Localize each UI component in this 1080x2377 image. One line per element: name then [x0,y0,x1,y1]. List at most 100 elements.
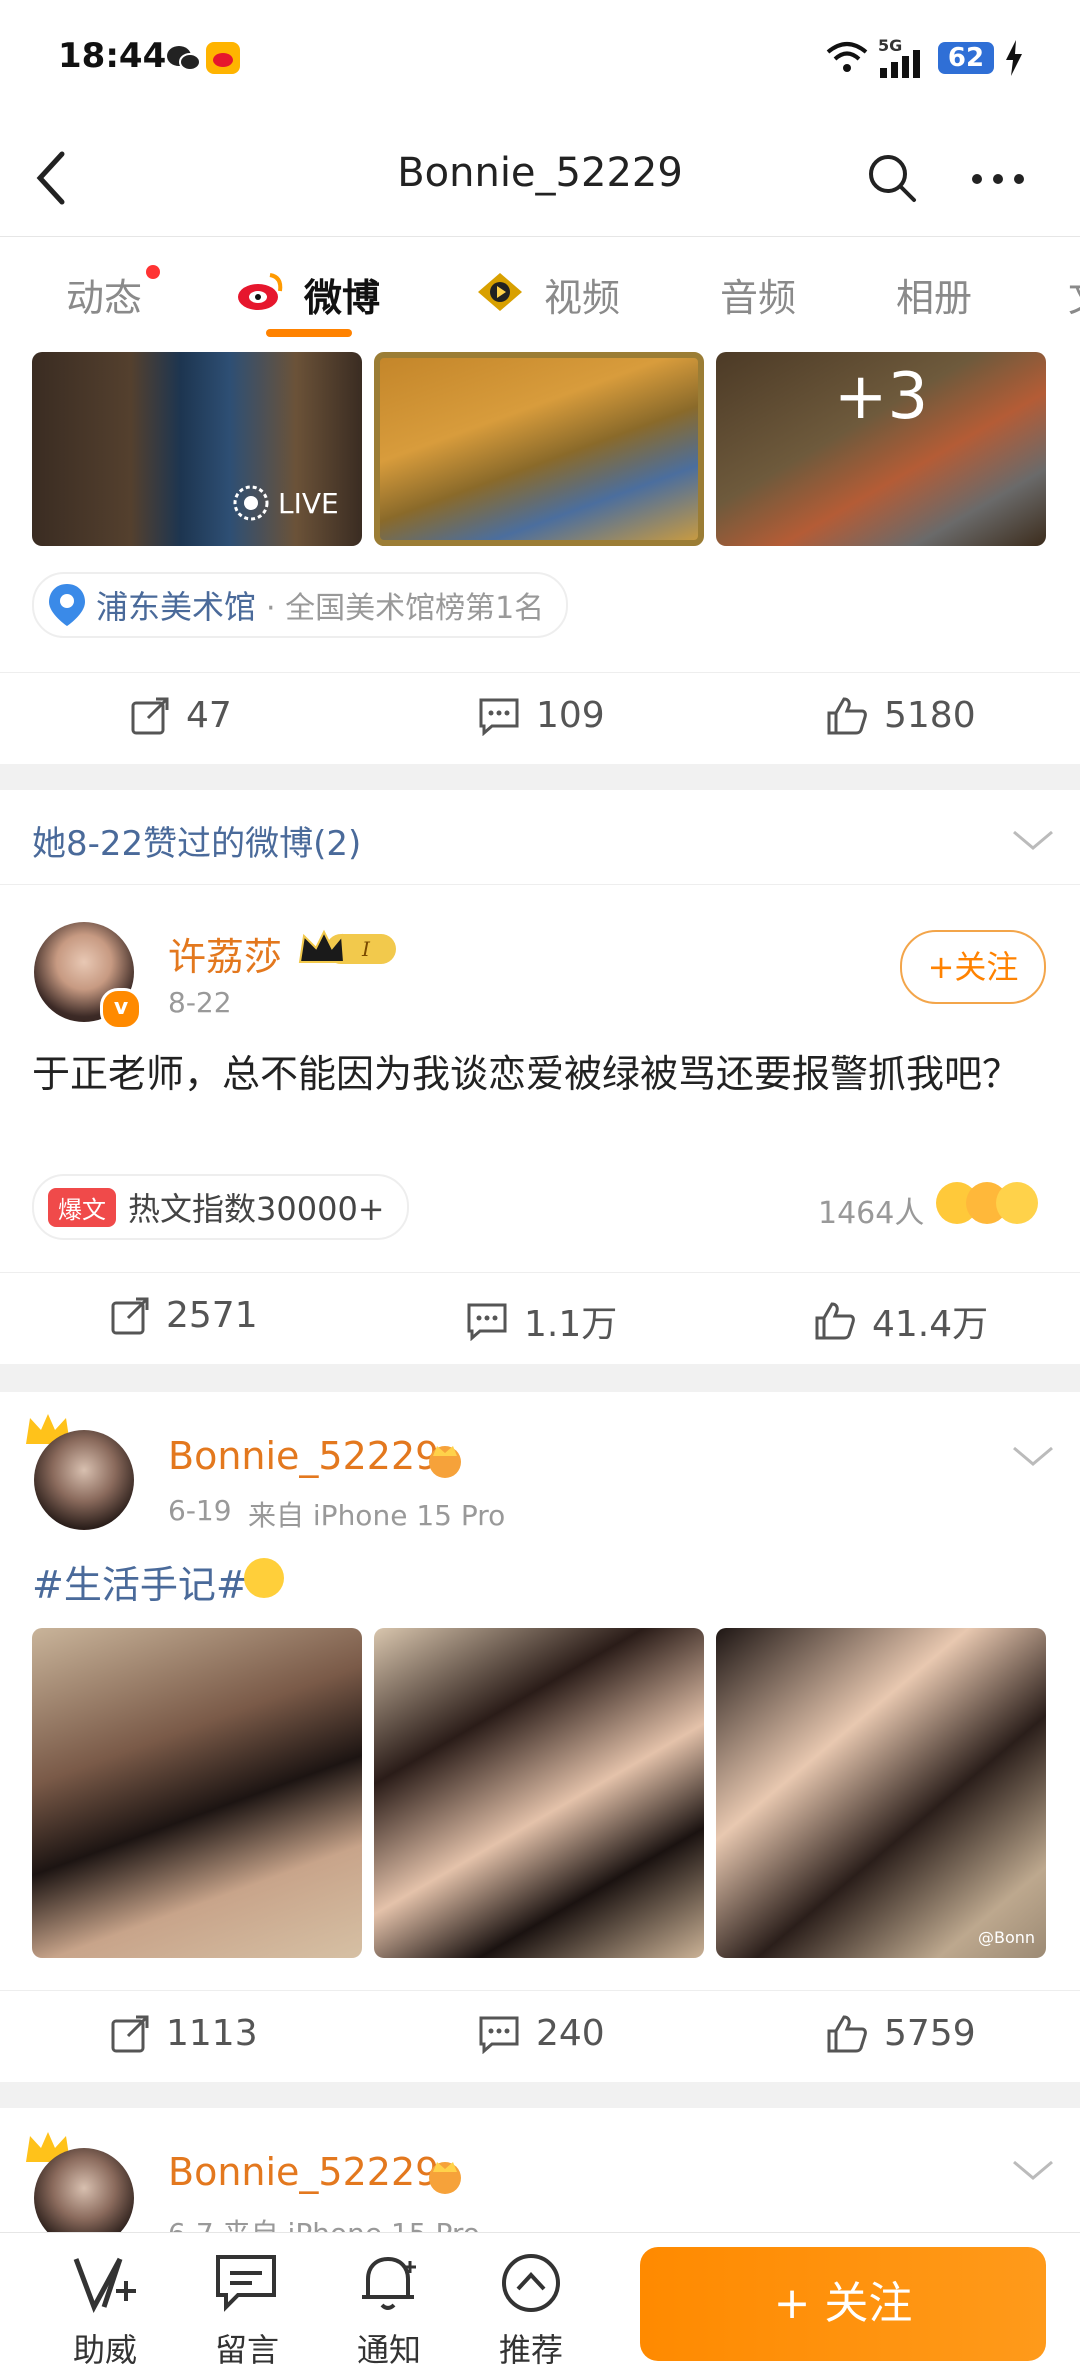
video-icon [478,273,522,311]
notify-button[interactable]: 通知 [334,2251,444,2371]
status-bar: 18:44 5G 62 [0,0,1080,120]
post-text: 于正老师，总不能因为我谈恋爱被绿被骂还要报警抓我吧？ [32,1052,1021,1096]
like-icon [827,2014,867,2052]
recommend-label: 推荐 [498,2331,563,2369]
post-image[interactable]: @Bonn [716,1628,1046,1958]
post-image[interactable]: LIVE [32,352,362,546]
post-date: 6-19 [168,1494,232,1527]
wifi-icon [826,42,868,72]
signal-icon [880,50,920,78]
avatar[interactable] [34,1430,134,1530]
chevron-down-icon[interactable] [1012,2160,1054,2182]
repost-icon [131,697,169,734]
like-icon [827,696,867,734]
tab-article[interactable]: 文 [1068,267,1080,322]
like-count: 5759 [884,2013,976,2054]
charging-icon [1006,40,1022,76]
tab-video[interactable]: 视频 [544,267,620,322]
status-time: 18:44 [58,36,167,76]
like-count: 41.4万 [872,1304,989,1345]
comment-button[interactable]: 1.1万 [466,1295,617,1347]
repost-button[interactable]: 2571 [110,1295,258,1336]
live-label: LIVE [278,486,339,520]
author-name[interactable]: Bonnie_52229 [168,1434,439,1478]
author-name[interactable]: 许荔莎 [168,926,282,981]
repost-icon [111,2015,149,2052]
crown-level-badge-icon: I [298,929,396,964]
repost-icon [111,1297,149,1334]
like-icon [815,1302,855,1340]
verified-badge: v [100,988,142,1030]
post-image[interactable] [32,1628,362,1958]
active-tab-indicator [266,329,352,337]
cheer-button[interactable]: 助威 [50,2251,160,2371]
hot-index-tag[interactable]: 爆文 热文指数30000+ [32,1174,409,1240]
bottom-action-bar: 助威 留言 通知 推荐 + 关注 [0,2232,1080,2377]
comment-button[interactable]: 109 [478,695,605,736]
tab-album[interactable]: 相册 [896,267,972,322]
follow-main-button[interactable]: + 关注 [640,2247,1046,2361]
like-button[interactable]: 41.4万 [814,1295,988,1347]
battery-indicator: 62 [938,42,994,74]
comment-count: 1.1万 [524,1304,618,1345]
post-image[interactable] [374,1628,704,1958]
bell-icon [362,2256,416,2310]
chevron-down-icon[interactable] [1012,830,1054,852]
location-pin-icon [49,584,85,626]
repost-button[interactable]: 1113 [110,2013,258,2054]
profile-tabs: 动态 微博 视频 音频 相册 文 [0,236,1080,354]
weibo-logo-icon [238,273,283,310]
author-name[interactable]: Bonnie_52229 [168,2150,439,2194]
post-image[interactable]: +3 [716,352,1046,546]
image-watermark: @Bonn [978,1928,1036,1947]
post-card-1: LIVE +3 浦东美术馆 · 全国美术馆榜第1名 47 109 5180 [0,352,1080,764]
post-actions: 2571 1.1万 41.4万 [0,1272,1080,1365]
hot-badge: 爆文 [48,1187,116,1227]
top-nav: Bonnie_52229 [0,120,1080,236]
liked-posts-section: 她8-22赞过的微博(2) v 许荔莎 I 8-22 +关注 于正老师，总不能因… [0,790,1080,1364]
reaction-emojis[interactable] [936,1182,1046,1228]
comment-icon [479,698,519,736]
live-badge: LIVE [232,484,339,522]
live-icon [233,485,269,521]
message-icon [216,2255,276,2312]
repost-button[interactable]: 47 [130,695,232,736]
liked-section-label: 她8-22赞过的微博(2) [32,824,362,864]
repost-count: 2571 [166,1295,258,1336]
emoji-icon [244,1558,284,1598]
avatar[interactable] [34,2148,134,2232]
tab-weibo[interactable]: 微博 [304,267,380,322]
repost-count: 1113 [166,2013,258,2054]
comment-button[interactable]: 240 [478,2013,605,2054]
cheer-label: 助威 [72,2331,137,2369]
location-rank: · 全国美术馆榜第1名 [266,591,545,626]
post-actions: 47 109 5180 [0,672,1080,765]
more-icon[interactable] [970,172,1026,186]
post-card-3: Bonnie_52229 6-19 来自 iPhone 15 Pro #生活手记… [0,1392,1080,2082]
cheer-v-icon [73,2257,136,2314]
recommend-button[interactable]: 推荐 [476,2251,586,2371]
location-tag[interactable]: 浦东美术馆 · 全国美术馆榜第1名 [32,572,569,638]
repost-count: 47 [186,695,232,736]
like-button[interactable]: 5180 [826,695,976,736]
new-dot-badge [146,265,160,279]
search-icon[interactable] [866,152,918,204]
post-source: 来自 iPhone 15 Pro [248,1499,506,1532]
page-title: Bonnie_52229 [397,150,683,196]
comment-count: 240 [536,2013,605,2054]
location-name: 浦东美术馆 [96,588,257,626]
tab-dynamic[interactable]: 动态 [66,267,142,322]
hashtag-link[interactable]: #生活手记# [32,1554,248,1609]
like-button[interactable]: 5759 [826,2013,976,2054]
svg-text:I: I [361,937,371,961]
comment-count: 109 [536,695,605,736]
follow-button[interactable]: +关注 [900,930,1046,1004]
tab-audio[interactable]: 音频 [720,267,796,322]
post-date: 8-22 [168,986,232,1019]
more-images-count: +3 [833,360,929,434]
post-image[interactable] [374,352,704,546]
chevron-down-icon[interactable] [1012,1446,1054,1468]
message-button[interactable]: 留言 [192,2251,302,2371]
notify-label: 通知 [356,2331,421,2369]
vip-badge-icon [429,2162,461,2194]
